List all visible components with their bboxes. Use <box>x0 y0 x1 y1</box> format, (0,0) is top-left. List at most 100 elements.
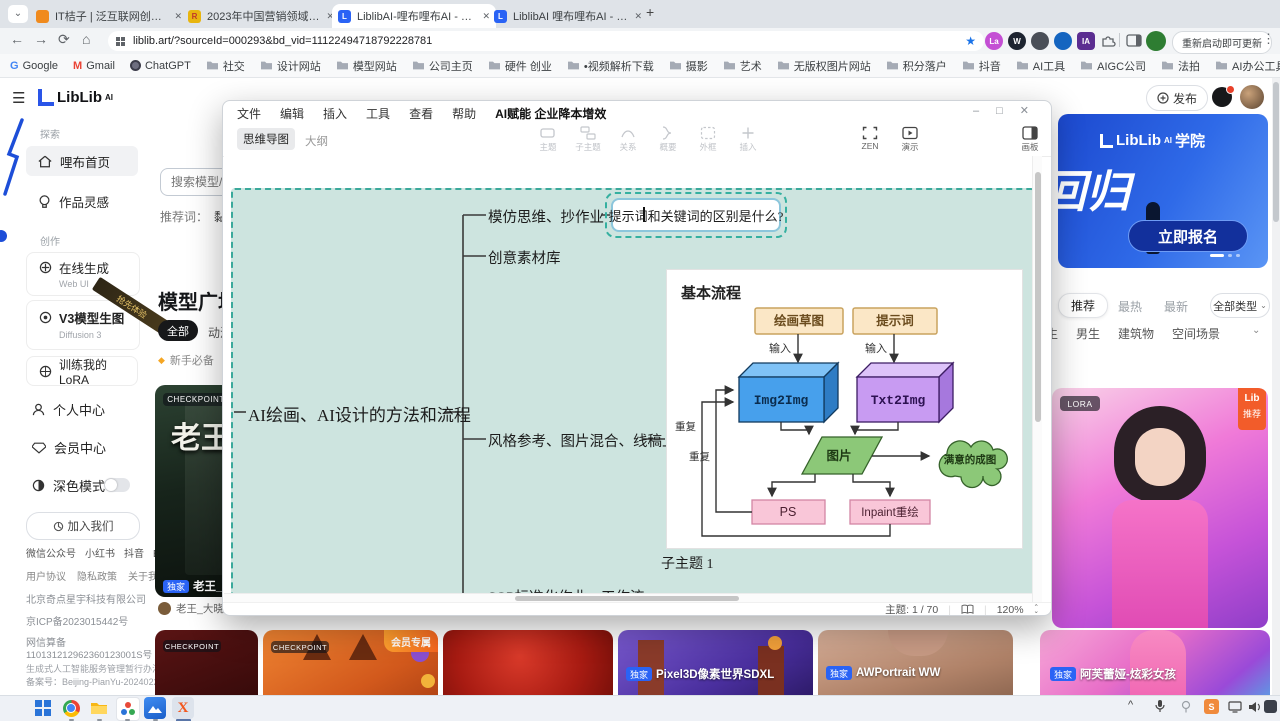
filter-recommend[interactable]: 推荐 <box>1058 293 1108 318</box>
menu-ai[interactable]: AI赋能 企业降本增效 <box>495 105 606 122</box>
close-icon[interactable]: ✕ <box>1020 104 1029 117</box>
v-scrollbar-thumb[interactable] <box>1035 172 1041 422</box>
profile-avatar[interactable] <box>1146 31 1166 51</box>
extension-blue-icon[interactable] <box>1054 32 1072 50</box>
tray-snip-icon[interactable]: S <box>1204 699 1219 714</box>
tool-summary[interactable]: 概要 <box>649 126 687 153</box>
home-icon[interactable]: ⌂ <box>82 31 90 47</box>
type-filter-dropdown[interactable]: 全部类型 ⌄ <box>1210 293 1270 318</box>
tool-topic[interactable]: 主题 <box>529 126 567 153</box>
sidebar-item-train-lora[interactable]: 训练我的LoRA <box>26 356 138 386</box>
bookmark-folder-jifen[interactable]: 积分落户 <box>886 58 947 74</box>
bookmark-folder-video[interactable]: •视频解析下载 <box>567 58 654 74</box>
bookmark-folder-social[interactable]: 社交 <box>206 58 245 74</box>
taskbar-photos-icon[interactable] <box>144 697 166 719</box>
link-privacy[interactable]: 隐私政策 <box>77 568 117 583</box>
flowchart-caption[interactable]: 子主题 1 <box>661 553 714 573</box>
sidebar-item-v3-generate[interactable]: V3模型生图 Diffusion 3 抢先体验 <box>26 300 140 350</box>
link-douyin[interactable]: 抖音 <box>124 545 144 560</box>
liblib-logo[interactable]: LibLib AI <box>38 86 113 108</box>
hamburger-menu-icon[interactable]: ☰ <box>12 89 25 107</box>
minimize-icon[interactable]: – <box>973 105 979 117</box>
page-scrollbar-thumb[interactable] <box>1273 82 1279 222</box>
tool-boundary[interactable]: 外框 <box>689 126 727 153</box>
back-icon[interactable]: ← <box>10 31 24 47</box>
bookmark-folder-company[interactable]: 公司主页 <box>412 58 473 74</box>
tab-all[interactable]: 全部 <box>158 320 198 341</box>
flowchart-image-node[interactable]: 基本流程 绘画草图 提示词 输入 输入 Img2Img <box>666 269 1023 549</box>
browser-tab-1[interactable]: IT桔子 | 泛互联网创业投资项目 ✕ <box>30 4 188 28</box>
update-chip-button[interactable]: 重新启动即可更新 <box>1172 31 1272 54</box>
browser-tab-3-active[interactable]: L LiblibAI-哩布哩布AI - 中国领先 ✕ <box>332 4 496 28</box>
bookmark-star-icon[interactable]: ★ <box>965 34 976 48</box>
sidebar-item-online-generate[interactable]: 在线生成 Web UI <box>26 252 140 296</box>
menu-file[interactable]: 文件 <box>237 105 261 122</box>
bookmark-gmail[interactable]: MGmail <box>73 60 115 72</box>
bookmark-folder-stock[interactable]: 无版权图片网站 <box>777 58 871 74</box>
publish-button[interactable]: 发布 <box>1146 85 1208 111</box>
side-panel-icon[interactable] <box>1126 33 1142 53</box>
menu-insert[interactable]: 插入 <box>323 105 347 122</box>
map-branch-3[interactable]: 风格参考、图片混合、线稿上色 <box>488 430 691 451</box>
link-wechat[interactable]: 微信公众号 <box>26 545 76 560</box>
tag-item[interactable]: 建筑物 <box>1118 325 1154 342</box>
tray-mic-icon[interactable] <box>1154 699 1166 718</box>
tags-expand-chevron[interactable]: ⌄ <box>1252 325 1260 336</box>
h-scrollbar[interactable] <box>224 593 1042 602</box>
stepper-down-icon[interactable]: ⌄ <box>1034 610 1039 614</box>
bookmark-google[interactable]: GGoogle <box>10 60 58 72</box>
bookmark-folder-aitools[interactable]: AI工具 <box>1016 58 1065 74</box>
tab-search-button[interactable]: ⌄ <box>8 5 28 23</box>
mindmap-canvas[interactable]: AI绘画、AI设计的方法和流程 模仿思维、抄作业 提示词和关键词的区别是什么? … <box>224 156 1042 602</box>
browser-tab-4[interactable]: L LiblibAI 哩布哩布AI - 中国领先 ✕ <box>488 4 648 28</box>
browser-menu-icon[interactable]: ⋮ <box>1262 31 1275 47</box>
new-tab-button[interactable]: + <box>646 4 654 20</box>
model-card-lora-girl[interactable]: LORA Lib 推荐 <box>1052 388 1268 628</box>
bookmark-chatgpt[interactable]: ChatGPT <box>130 60 191 72</box>
newbie-row[interactable]: ◆ 新手必备 <box>158 352 214 368</box>
tool-present[interactable]: 演示 <box>891 126 929 153</box>
bookmark-folder-aigc[interactable]: AIGC公司 <box>1080 58 1146 74</box>
address-bar[interactable]: liblib.art/?sourceId=000293&bd_vid=11122… <box>108 31 984 51</box>
taskbar-mindmap-app-icon-active[interactable]: X <box>172 697 194 719</box>
tool-subtopic[interactable]: 子主题 <box>569 126 607 153</box>
overview-book-icon[interactable] <box>961 604 974 615</box>
sidebar-item-home[interactable]: 哩布首页 <box>26 146 138 176</box>
site-info-icon[interactable] <box>116 37 125 46</box>
join-us-button[interactable]: 加入我们 <box>26 512 140 540</box>
tag-item[interactable]: 空间场景 <box>1172 325 1220 342</box>
menu-edit[interactable]: 编辑 <box>280 105 304 122</box>
taskbar-app-circles-icon[interactable] <box>116 697 140 721</box>
extension-dark-icon[interactable] <box>1031 32 1049 50</box>
link-terms[interactable]: 用户协议 <box>26 568 66 583</box>
map-branch-1[interactable]: 模仿思维、抄作业 <box>488 206 604 227</box>
dark-mode-toggle[interactable] <box>104 478 130 492</box>
banner-cta-button[interactable]: 立即报名 <box>1128 220 1248 252</box>
taskbar-explorer-icon[interactable] <box>88 697 110 719</box>
sidebar-item-inspiration[interactable]: 作品灵感 <box>38 192 109 211</box>
sidebar-item-member[interactable]: 会员中心 <box>32 438 106 457</box>
bookmark-folder-models[interactable]: 模型网站 <box>336 58 397 74</box>
tray-pin-icon[interactable] <box>1180 700 1192 718</box>
zoom-stepper[interactable]: ⌃ ⌄ <box>1034 606 1039 614</box>
link-xiaohongshu[interactable]: 小红书 <box>85 545 115 560</box>
tool-relation[interactable]: 关系 <box>609 126 647 153</box>
menu-help[interactable]: 帮助 <box>452 105 476 122</box>
close-icon[interactable]: ✕ <box>174 11 182 22</box>
carousel-dots[interactable] <box>1210 254 1240 257</box>
extension-w-icon[interactable]: W <box>1008 32 1026 50</box>
tray-speaker-icon[interactable] <box>1248 700 1261 718</box>
menu-view[interactable]: 查看 <box>409 105 433 122</box>
bookmark-folder-aioffice[interactable]: AI办公工具 <box>1215 58 1280 74</box>
filter-hot[interactable]: 最热 <box>1118 298 1142 315</box>
sidebar-item-profile[interactable]: 个人中心 <box>32 400 105 419</box>
tool-insert[interactable]: 插入 <box>729 126 767 153</box>
bookmark-folder-douyin[interactable]: 抖音 <box>962 58 1001 74</box>
start-button[interactable] <box>32 697 54 719</box>
tray-ime-icon[interactable] <box>1264 700 1277 713</box>
map-branch-2[interactable]: 创意素材库 <box>488 247 561 268</box>
tag-item[interactable]: 男生 <box>1076 325 1100 342</box>
bookmark-folder-design[interactable]: 设计网站 <box>260 58 321 74</box>
zoom-level[interactable]: 120% <box>997 604 1024 616</box>
bookmark-folder-hardware[interactable]: 硬件 创业 <box>488 58 552 74</box>
